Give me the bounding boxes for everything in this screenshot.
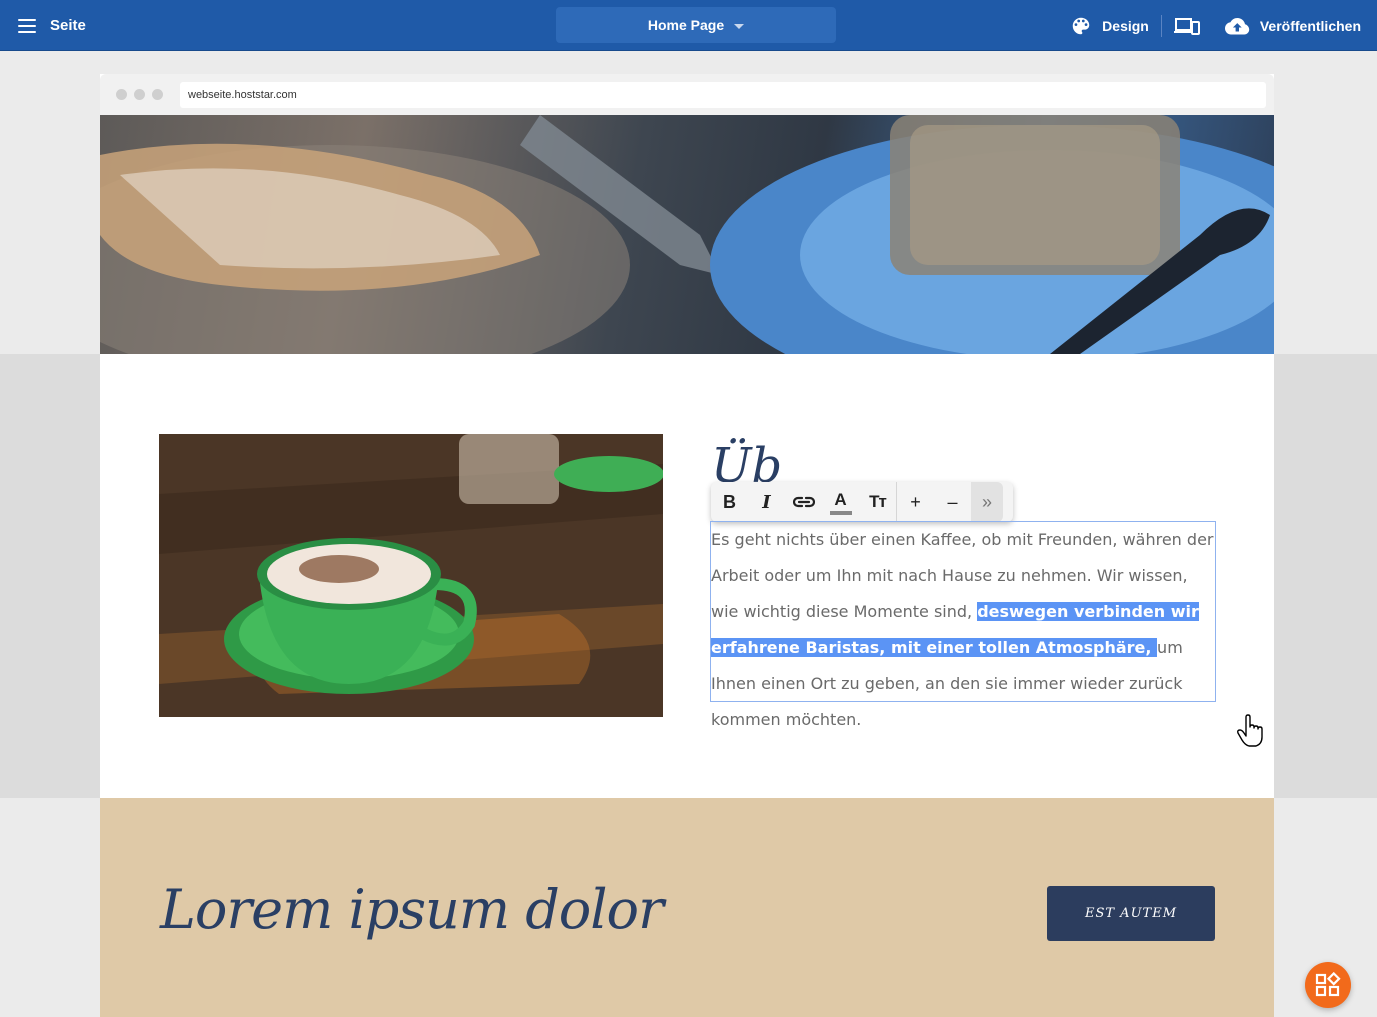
page-selector-value: Home Page — [647, 17, 725, 33]
page-menu-label: Seite — [50, 17, 86, 34]
window-dots — [116, 89, 163, 100]
page-selector-dropdown[interactable]: Home Page — [556, 7, 836, 43]
bold-button[interactable]: B — [711, 482, 748, 522]
cta-title[interactable]: Lorem ipsum dolor — [160, 878, 664, 941]
page-menu-button[interactable]: Seite — [18, 0, 86, 51]
hand-cursor-icon — [1237, 714, 1263, 747]
text-format-toolbar: B I A Tт + – » — [711, 482, 1013, 522]
publish-label: Veröffentlichen — [1259, 17, 1361, 34]
text-color-label: A — [834, 489, 847, 509]
italic-button[interactable]: I — [748, 482, 785, 522]
responsive-preview-button[interactable] — [1162, 0, 1212, 51]
design-button[interactable]: Design — [1058, 0, 1161, 51]
top-app-bar: Seite Home Page Design Veröffentlichen — [0, 0, 1377, 51]
decrease-button[interactable]: – — [934, 482, 971, 522]
widgets-icon — [1315, 972, 1341, 997]
paragraph-editor[interactable]: Es geht nichts über einen Kaffee, ob mit… — [710, 521, 1216, 729]
text-color-button[interactable]: A — [822, 482, 859, 522]
website-preview: webseite.hoststar.com Üb B I A Tт + – » … — [100, 74, 1274, 1017]
design-label: Design — [1102, 17, 1149, 34]
coffee-cup-image[interactable] — [159, 434, 663, 717]
cta-section: Lorem ipsum dolor EST AUTEM — [100, 798, 1274, 1017]
hero-photo-croissant-coffee — [100, 115, 1274, 354]
add-widget-fab[interactable] — [1305, 962, 1351, 1008]
chevron-down-icon — [734, 23, 745, 29]
paragraph-text: Es geht nichts über einen Kaffee, ob mit… — [711, 522, 1215, 738]
increase-button[interactable]: + — [897, 482, 934, 522]
cta-button[interactable]: EST AUTEM — [1047, 886, 1215, 941]
text-size-button[interactable]: Tт — [859, 482, 896, 522]
palette-icon — [1072, 17, 1090, 34]
link-button[interactable] — [785, 482, 822, 522]
text-color-swatch — [829, 510, 852, 515]
devices-icon — [1173, 17, 1200, 35]
hero-image[interactable] — [100, 115, 1274, 354]
more-options-button[interactable]: » — [971, 482, 1003, 522]
hamburger-menu-icon — [18, 18, 36, 33]
link-icon — [792, 496, 815, 508]
publish-button[interactable]: Veröffentlichen — [1212, 0, 1373, 51]
cloud-upload-icon — [1224, 17, 1250, 34]
coffee-cup-photo — [159, 434, 663, 717]
address-bar: webseite.hoststar.com — [180, 82, 1266, 108]
about-section: Üb B I A Tт + – » Es geht nichts über ei… — [100, 354, 1274, 798]
browser-chrome: webseite.hoststar.com — [100, 74, 1274, 115]
